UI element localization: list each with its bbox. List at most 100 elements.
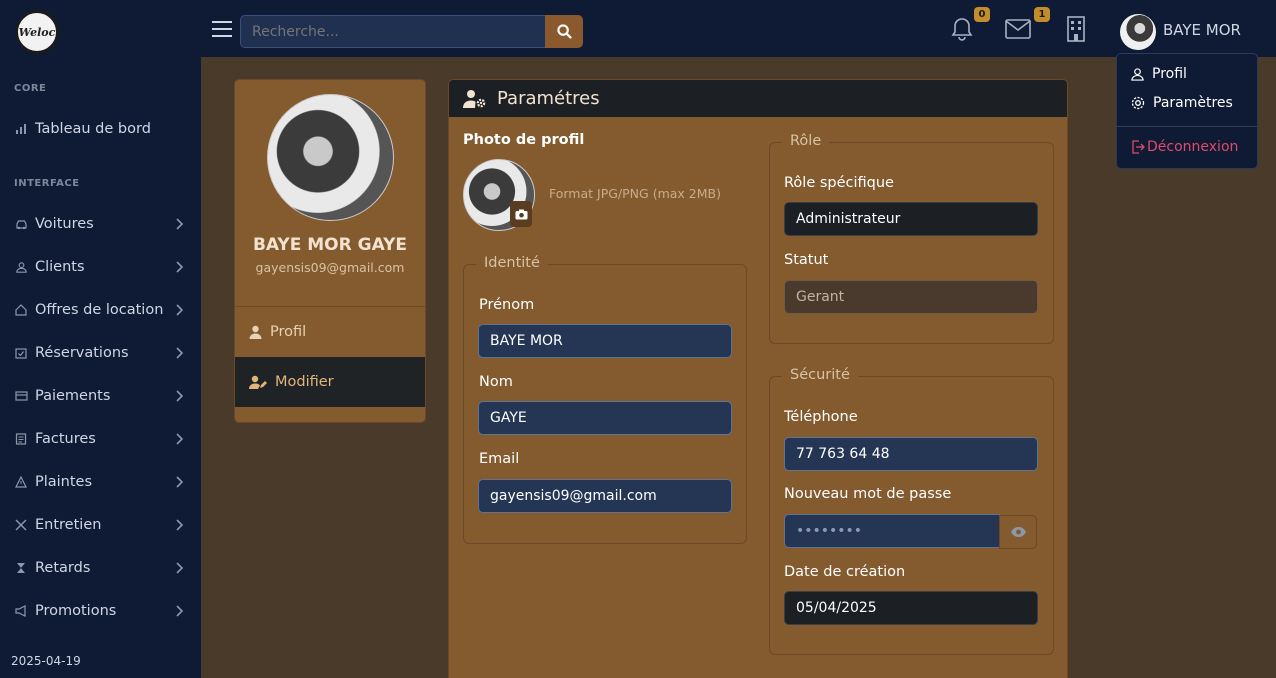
sidebar-item-dashboard[interactable]: Tableau de bord [0,114,201,144]
user-name[interactable]: BAYE MOR [1163,21,1241,39]
dropdown-item-parametres[interactable]: Paramètres [1117,90,1257,116]
created-date-label: Date de création [784,564,906,580]
logout-label: Déconnexion [1147,139,1239,155]
sidebar-item-offres[interactable]: Offres de location [0,295,201,325]
notifications-button[interactable] [949,16,975,42]
sidebar-heading-core: CORE [14,83,47,94]
identity-legend: Identité [476,255,548,271]
profile-email: gayensis09@gmail.com [255,260,405,275]
phone-label: Téléphone [784,409,858,425]
brand-logo[interactable]: Weloc [15,10,59,54]
chevron-right-icon [176,519,183,531]
logout-button[interactable]: Déconnexion [1117,134,1257,160]
first-name-label: Prénom [479,297,535,313]
dropdown-divider [1117,126,1257,127]
chevron-right-icon [176,605,183,617]
email-input[interactable] [478,479,732,513]
user-avatar[interactable] [1120,14,1156,50]
user-gear-icon [463,89,486,108]
sidebar-item-reservations[interactable]: Réservations [0,338,201,368]
password-label: Nouveau mot de passe [784,486,952,502]
gear-icon [1131,96,1145,110]
sidebar-footer-date: 2025-04-19 [11,654,81,668]
chevron-right-icon [176,433,183,445]
search-input[interactable] [240,15,546,48]
dropdown-item-label: Profil [1152,66,1187,82]
email-label: Email [479,451,520,467]
chevron-right-icon [176,261,183,273]
profile-menu-label: Profil [270,324,307,340]
role-legend: Rôle [782,133,830,149]
last-name-input[interactable] [478,401,732,435]
chevron-right-icon [176,304,183,316]
chevron-right-icon [176,562,183,574]
dropdown-item-label: Paramètres [1153,95,1233,111]
sidebar-item-voitures[interactable]: Voitures [0,209,201,239]
chevron-right-icon [176,218,183,230]
top-bar: Weloc 0 1 BAYE MOR [0,0,1276,57]
profile-menu-profil[interactable]: Profil [235,307,425,357]
tools-icon [14,518,28,532]
chevron-right-icon [176,390,183,402]
profile-photo [267,94,394,221]
security-legend: Sécurité [782,367,858,383]
company-button[interactable] [1063,16,1089,42]
sidebar-item-label: Retards [35,560,91,576]
credit-card-icon [14,389,28,403]
chevron-right-icon [176,347,183,359]
user-icon [1131,67,1144,81]
sidebar-item-paiements[interactable]: Paiements [0,381,201,411]
sidebar-item-entretien[interactable]: Entretien [0,510,201,540]
car-icon [14,217,28,231]
invoice-icon [14,432,28,446]
messages-button[interactable] [1005,16,1031,42]
upload-photo-button[interactable] [510,201,532,227]
sidebar-item-plaintes[interactable]: Plaintes [0,467,201,497]
bell-icon [951,18,973,41]
photo-format-hint: Format JPG/PNG (max 2MB) [549,186,721,201]
profile-menu-label: Modifier [275,374,334,390]
specific-role-label: Rôle spécifique [784,175,894,191]
building-icon [1067,16,1085,42]
settings-card: Paramétres Photo de profil Format JPG/PN… [448,79,1068,678]
sidebar-item-label: Tableau de bord [35,121,151,137]
search-icon [556,24,572,39]
status-label: Statut [784,252,829,268]
last-name-label: Nom [479,374,513,390]
camera-icon [515,209,527,219]
notifications-badge: 0 [974,7,990,22]
menu-toggle-icon[interactable] [212,21,232,37]
eye-icon [1010,527,1026,537]
sidebar-item-label: Factures [35,431,96,447]
dropdown-item-profil[interactable]: Profil [1117,61,1257,87]
chart-icon [14,122,28,136]
phone-input[interactable] [784,437,1038,471]
sidebar: CORE Tableau de bord INTERFACE Voitures … [0,57,201,678]
first-name-input[interactable] [478,324,732,358]
megaphone-icon [14,604,28,618]
sidebar-item-label: Paiements [35,388,111,404]
user-dropdown-menu: Profil Paramètres Déconnexion [1116,53,1258,169]
profile-menu-modifier[interactable]: Modifier [235,357,425,407]
user-icon [249,325,262,339]
created-date-input[interactable] [784,591,1038,625]
sidebar-item-clients[interactable]: Clients [0,252,201,282]
warning-icon [14,475,28,489]
home-icon [14,303,28,317]
profile-card: BAYE MOR GAYE gayensis09@gmail.com Profi… [234,79,426,423]
sidebar-item-label: Promotions [35,603,117,619]
sidebar-item-promotions[interactable]: Promotions [0,596,201,626]
sidebar-item-label: Clients [35,259,85,275]
toggle-password-button[interactable] [999,515,1037,549]
password-input[interactable] [784,514,1000,548]
sidebar-item-retards[interactable]: Retards [0,553,201,583]
sidebar-item-factures[interactable]: Factures [0,424,201,454]
chevron-right-icon [176,476,183,488]
calendar-check-icon [14,346,28,360]
sidebar-item-label: Plaintes [35,474,93,490]
search-button[interactable] [545,15,583,48]
specific-role-input[interactable] [784,202,1038,236]
user-icon [14,260,28,274]
settings-title: Paramétres [497,88,600,109]
brand-logo-text: Weloc [18,25,56,39]
